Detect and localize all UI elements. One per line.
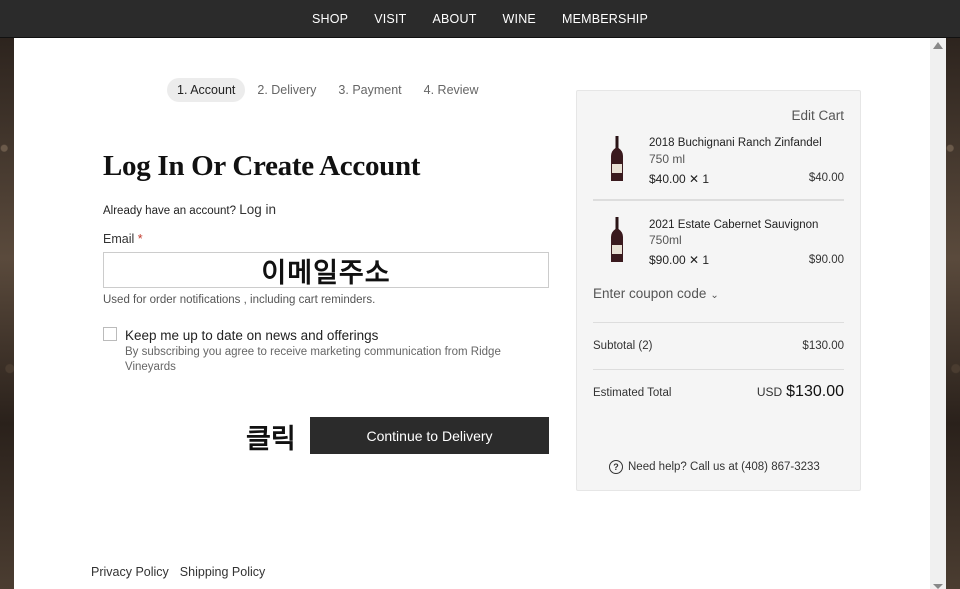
nav-shop[interactable]: SHOP bbox=[299, 12, 361, 26]
newsletter-description: By subscribing you agree to receive mark… bbox=[125, 346, 501, 373]
nav-wine[interactable]: WINE bbox=[490, 12, 549, 26]
coupon-label: Enter coupon code bbox=[593, 286, 707, 301]
subtotal-label: Subtotal (2) bbox=[593, 340, 653, 352]
nav-about[interactable]: ABOUT bbox=[419, 12, 489, 26]
click-annotation: 클릭 bbox=[246, 424, 296, 455]
checkout-steps: 1. Account 2. Delivery 3. Payment 4. Rev… bbox=[167, 78, 489, 102]
step-account[interactable]: 1. Account bbox=[167, 78, 246, 102]
privacy-policy-link[interactable]: Privacy Policy bbox=[91, 565, 169, 579]
question-icon: ? bbox=[609, 460, 623, 474]
help-line: ? Need help? Call us at (408) 867-3233 bbox=[609, 460, 820, 474]
step-payment[interactable]: 3. Payment bbox=[328, 78, 411, 102]
item-price: $40.00 bbox=[808, 172, 844, 184]
subtotal-row: Subtotal (2) $130.00 bbox=[593, 340, 844, 352]
email-label-text: Email bbox=[103, 232, 135, 246]
required-mark: * bbox=[137, 232, 143, 246]
background-left bbox=[0, 38, 14, 589]
email-field[interactable]: 이메일주소 bbox=[103, 252, 549, 289]
item-size: 750 ml bbox=[649, 152, 686, 166]
item-size: 750ml bbox=[649, 233, 682, 247]
email-label: Email * bbox=[103, 232, 143, 246]
total-label: Estimated Total bbox=[593, 387, 672, 399]
scroll-up-icon[interactable] bbox=[933, 42, 943, 49]
divider bbox=[593, 322, 844, 323]
shipping-policy-link[interactable]: Shipping Policy bbox=[180, 565, 265, 579]
scrollbar[interactable] bbox=[930, 38, 946, 589]
total-value: $130.00 bbox=[786, 383, 844, 400]
item-name: 2021 Estate Cabernet Sauvignon bbox=[649, 219, 819, 231]
cart-summary: Edit Cart 2018 Buchignani Ranch Zinfande… bbox=[576, 90, 861, 491]
footer-links: Privacy Policy Shipping Policy bbox=[91, 565, 265, 579]
cart-item: 2018 Buchignani Ranch Zinfandel 750 ml $… bbox=[593, 130, 844, 200]
edit-cart-link[interactable]: Edit Cart bbox=[791, 108, 844, 123]
subtotal-value: $130.00 bbox=[802, 340, 844, 352]
already-text: Already have an account? bbox=[103, 205, 236, 217]
scroll-down-icon[interactable] bbox=[933, 584, 943, 589]
item-price: $90.00 bbox=[808, 254, 844, 266]
page-title: Log In Or Create Account bbox=[103, 150, 421, 182]
newsletter-label[interactable]: Keep me up to date on news and offerings bbox=[125, 328, 378, 343]
total-amount: USD $130.00 bbox=[757, 383, 844, 401]
coupon-toggle[interactable]: Enter coupon code ⌄ bbox=[593, 286, 719, 301]
continue-to-delivery-button[interactable]: Continue to Delivery bbox=[310, 417, 549, 454]
nav-membership[interactable]: MEMBERSHIP bbox=[549, 12, 661, 26]
wine-bottle-icon bbox=[611, 217, 623, 262]
item-quantity: $90.00 ✕ 1 bbox=[649, 253, 710, 267]
background-right bbox=[946, 38, 960, 589]
total-currency: USD bbox=[756, 385, 783, 399]
email-value: 이메일주소 bbox=[261, 257, 391, 289]
chevron-down-icon: ⌄ bbox=[710, 290, 719, 301]
help-text[interactable]: Need help? Call us at (408) 867-3233 bbox=[628, 461, 820, 473]
item-name: 2018 Buchignani Ranch Zinfandel bbox=[649, 137, 822, 149]
cart-item: 2021 Estate Cabernet Sauvignon 750ml $90… bbox=[593, 200, 844, 270]
already-have-account: Already have an account? Log in bbox=[103, 202, 276, 217]
email-hint: Used for order notifications , including… bbox=[103, 294, 376, 306]
step-review[interactable]: 4. Review bbox=[414, 78, 489, 102]
item-quantity: $40.00 ✕ 1 bbox=[649, 172, 710, 186]
wine-bottle-icon bbox=[611, 136, 623, 181]
newsletter-checkbox[interactable] bbox=[103, 327, 117, 341]
top-navigation: SHOP VISIT ABOUT WINE MEMBERSHIP bbox=[0, 0, 960, 38]
nav-visit[interactable]: VISIT bbox=[361, 12, 419, 26]
step-delivery[interactable]: 2. Delivery bbox=[247, 78, 326, 102]
total-row: Estimated Total USD $130.00 bbox=[593, 383, 844, 401]
divider bbox=[593, 369, 844, 370]
login-link[interactable]: Log in bbox=[239, 202, 276, 217]
